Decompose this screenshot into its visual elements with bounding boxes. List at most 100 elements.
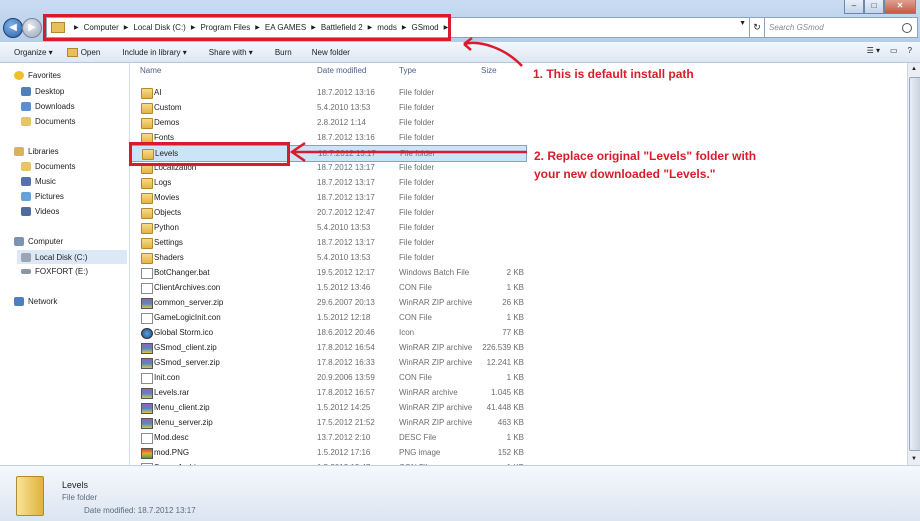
- preview-pane-icon[interactable]: ▭: [890, 46, 898, 55]
- file-name: Logs: [154, 178, 172, 187]
- scroll-up-icon[interactable]: ▲: [911, 66, 917, 72]
- organize-button[interactable]: Organize ▾: [14, 48, 53, 57]
- chevron-down-icon[interactable]: ▼: [739, 20, 746, 27]
- view-options-icon[interactable]: ☰ ▾: [867, 46, 880, 55]
- folder-icon: [141, 223, 153, 234]
- file-date: 18.7.2012 13:16: [317, 88, 375, 97]
- desktop-icon: [21, 87, 31, 96]
- column-header-type[interactable]: Type: [399, 66, 416, 75]
- list-item[interactable]: Menu_client.zip 1.5.2012 14:25 WinRAR ZIP …: [137, 400, 525, 415]
- refresh-button[interactable]: ↻: [749, 17, 765, 38]
- file-name: BotChanger.bat: [154, 268, 210, 277]
- folder-icon: [141, 253, 153, 264]
- list-item[interactable]: GameLogicInit.con 1.5.2012 12:18 CON File 1…: [137, 310, 525, 325]
- scroll-down-icon[interactable]: ▼: [911, 456, 917, 462]
- nav-network[interactable]: Network: [14, 297, 57, 306]
- file-name: common_server.zip: [154, 298, 224, 307]
- list-item[interactable]: Menu_server.zip 17.5.2012 21:52 WinRAR ZIP…: [137, 415, 525, 430]
- list-item[interactable]: Global Storm.ico 18.6.2012 20:46 Icon 77 KB: [137, 325, 525, 340]
- file-size: 77 KB: [502, 328, 524, 337]
- file-date: 18.7.2012 13:17: [317, 238, 375, 247]
- nav-foxfort-label: FOXFORT (E:): [35, 267, 89, 276]
- list-item[interactable]: BotChanger.bat 19.5.2012 12:17 Windows Bat…: [137, 265, 525, 280]
- file-name: Shaders: [154, 253, 184, 262]
- star-icon: [14, 71, 24, 80]
- documents-icon: [21, 162, 31, 171]
- close-button[interactable]: ✕: [884, 0, 916, 14]
- column-header-date[interactable]: Date modified: [317, 66, 366, 75]
- list-item[interactable]: Logs 18.7.2012 13:17 File folder: [137, 175, 525, 190]
- file-type: WinRAR ZIP archive: [399, 403, 473, 412]
- list-item[interactable]: Mod.desc 13.7.2012 2:10 DESC File 1 KB: [137, 430, 525, 445]
- include-in-library-button[interactable]: Include in library ▾: [122, 48, 187, 57]
- list-item[interactable]: ClientArchives.con 1.5.2012 13:46 CON File…: [137, 280, 525, 295]
- nav-downloads[interactable]: Downloads: [21, 102, 75, 111]
- list-item[interactable]: Python 5.4.2010 13:53 File folder: [137, 220, 525, 235]
- folder-icon: [141, 88, 153, 99]
- open-button[interactable]: Open: [66, 47, 100, 57]
- nav-libraries[interactable]: Libraries: [14, 147, 59, 156]
- png-file-icon: [141, 448, 153, 459]
- share-with-button[interactable]: Share with ▾: [209, 48, 253, 57]
- scrollbar-thumb[interactable]: [909, 77, 920, 451]
- drive-icon: [21, 252, 31, 262]
- burn-button[interactable]: Burn: [275, 48, 292, 57]
- file-name: Fonts: [154, 133, 175, 142]
- list-item[interactable]: Demos 2.8.2012 1:14 File folder: [137, 115, 525, 130]
- search-input[interactable]: Search GSmod: [764, 17, 918, 38]
- file-name: Global Storm.ico: [154, 328, 214, 337]
- back-button[interactable]: ◀: [3, 18, 23, 38]
- nav-documents[interactable]: Documents: [21, 162, 75, 171]
- file-name: Mod.desc: [154, 433, 189, 442]
- file-name: mod.PNG: [154, 448, 190, 457]
- file-date: 1.5.2012 14:25: [317, 403, 371, 412]
- maximize-button[interactable]: □: [864, 0, 884, 14]
- nav-music[interactable]: Music: [21, 177, 56, 186]
- file-date: 18.7.2012 13:17: [317, 163, 375, 172]
- list-item[interactable]: Settings 18.7.2012 13:17 File folder: [137, 235, 525, 250]
- nav-foxfort[interactable]: FOXFORT (E:): [21, 267, 88, 276]
- column-header-size[interactable]: Size: [481, 66, 497, 75]
- file-date: 1.5.2012 17:16: [317, 448, 371, 457]
- nav-favorites[interactable]: Favorites: [14, 71, 61, 80]
- list-item[interactable]: Levels.rar 17.8.2012 16:57 WinRAR archive 1…: [137, 385, 525, 400]
- nav-local-disk[interactable]: Local Disk (C:): [17, 250, 127, 264]
- details-modified: Date modified: 18.7.2012 13:17: [84, 506, 196, 515]
- file-date: 17.5.2012 21:52: [317, 418, 375, 427]
- list-item[interactable]: GSmod_client.zip 17.8.2012 16:54 WinRAR ZI…: [137, 340, 525, 355]
- list-item[interactable]: Init.con 20.9.2006 13:59 CON File 1 KB: [137, 370, 525, 385]
- file-date: 19.5.2012 12:17: [317, 268, 375, 277]
- file-file-icon: [141, 313, 153, 324]
- minimize-button[interactable]: –: [844, 0, 864, 14]
- nav-pictures[interactable]: Pictures: [21, 192, 64, 201]
- list-item[interactable]: Custom 5.4.2010 13:53 File folder: [137, 100, 525, 115]
- nav-documents-fav[interactable]: Documents: [21, 117, 75, 126]
- file-size: 1 KB: [506, 433, 524, 442]
- new-folder-button[interactable]: New folder: [312, 48, 350, 57]
- folder-icon: [141, 193, 153, 204]
- file-date: 5.4.2010 13:53: [317, 223, 371, 232]
- file-type: File folder: [399, 238, 435, 247]
- column-header-name[interactable]: Name: [140, 66, 161, 75]
- list-item[interactable]: mod.PNG 1.5.2012 17:16 PNG image 152 KB: [137, 445, 525, 460]
- nav-desktop[interactable]: Desktop: [21, 87, 64, 96]
- nav-videos[interactable]: Videos: [21, 207, 59, 216]
- file-date: 5.4.2010 13:53: [317, 103, 371, 112]
- file-name: Python: [154, 223, 179, 232]
- window-controls: – □ ✕: [844, 0, 916, 14]
- pictures-icon: [21, 192, 31, 201]
- list-item[interactable]: Objects 20.7.2012 12:47 File folder: [137, 205, 525, 220]
- forward-button[interactable]: ▶: [22, 18, 42, 38]
- file-size: 463 KB: [497, 418, 524, 427]
- vertical-scrollbar[interactable]: ▲ ▼: [907, 63, 920, 465]
- file-file-icon: [141, 373, 153, 384]
- list-item[interactable]: GSmod_server.zip 17.8.2012 16:33 WinRAR ZI…: [137, 355, 525, 370]
- list-item[interactable]: common_server.zip 29.6.2007 20:13 WinRAR Z…: [137, 295, 525, 310]
- list-item[interactable]: Movies 18.7.2012 13:17 File folder: [137, 190, 525, 205]
- nav-computer[interactable]: Computer: [14, 237, 63, 246]
- search-icon: [902, 22, 912, 33]
- nav-documents-label: Documents: [35, 162, 76, 171]
- help-icon[interactable]: ?: [908, 46, 912, 55]
- list-item[interactable]: AI 18.7.2012 13:16 File folder: [137, 85, 525, 100]
- list-item[interactable]: Shaders 5.4.2010 13:53 File folder: [137, 250, 525, 265]
